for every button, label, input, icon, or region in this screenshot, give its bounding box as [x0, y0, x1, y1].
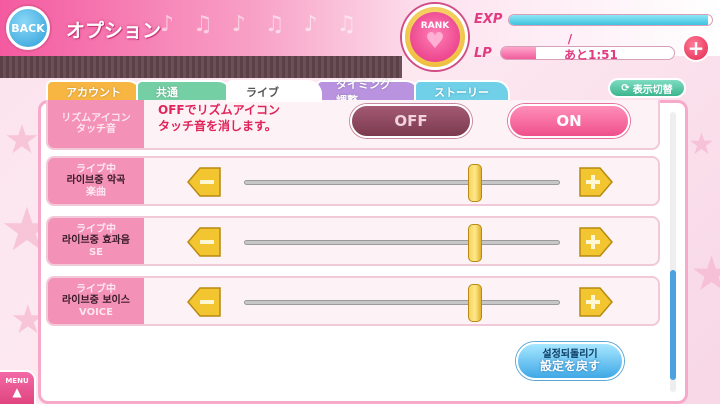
header-stripe — [0, 56, 402, 78]
plus-arrow-icon — [579, 167, 613, 197]
background-star: ★ — [690, 246, 720, 302]
rank-inner: RANK ♥ — [410, 12, 460, 62]
volume-decrease-button[interactable] — [186, 224, 222, 260]
row-label-ko: 라이브중 보이스 — [62, 295, 130, 307]
rank-badge[interactable]: RANK ♥ — [402, 4, 468, 70]
on-button[interactable]: ON — [508, 104, 630, 138]
plus-arrow-icon — [579, 287, 613, 317]
off-button[interactable]: OFF — [350, 104, 472, 138]
back-button[interactable]: BACK — [6, 6, 50, 50]
volume-slider-track[interactable] — [244, 240, 560, 245]
lp-timer: あと1:51 — [564, 48, 618, 62]
panel-scrollbar[interactable] — [670, 112, 676, 392]
volume-increase-button[interactable] — [578, 164, 614, 200]
volume-increase-button[interactable] — [578, 224, 614, 260]
music-notes-decoration: ♪ ♫ ♪ ♫ ♪ ♫ — [160, 12, 363, 37]
chevron-up-icon: ▲ — [12, 385, 22, 399]
tab-common[interactable]: 共通 — [136, 80, 232, 102]
plus-arrow-icon — [579, 227, 613, 257]
volume-slider-track[interactable] — [244, 180, 560, 185]
lp-value: / — [567, 32, 573, 46]
volume-increase-button[interactable] — [578, 284, 614, 320]
row-label: ライブ中 라이브중 효과음 SE — [48, 218, 144, 264]
switch-icon: ⟳ — [621, 82, 630, 94]
tab-account[interactable]: アカウント — [46, 80, 142, 102]
volume-slider-track[interactable] — [244, 300, 560, 305]
row-label-en: VOICE — [79, 306, 113, 318]
row-label-en: 楽曲 — [86, 186, 106, 198]
tab-live[interactable]: ライブ — [226, 80, 322, 102]
menu-label: MENU — [5, 377, 29, 385]
volume-slider-thumb[interactable] — [467, 224, 482, 262]
minus-arrow-icon — [187, 287, 221, 317]
exp-bar — [508, 14, 713, 26]
row-label-ko: 라이브중 효과음 — [62, 235, 130, 247]
minus-arrow-icon — [187, 227, 221, 257]
tab-story[interactable]: ストーリー — [414, 80, 510, 102]
volume-slider-thumb[interactable] — [467, 284, 482, 322]
minus-arrow-icon — [187, 167, 221, 197]
se-volume-row: ライブ中 라이브중 효과음 SE — [46, 216, 660, 266]
row-label-ja: ライブ中 — [76, 283, 116, 295]
add-lp-button[interactable]: + — [682, 34, 710, 62]
row-label-ja: ライブ中 — [76, 163, 116, 175]
row-label-ja: ライブ中 — [76, 223, 116, 235]
row-label: ライブ中 라이브중 보이스 VOICE — [48, 278, 144, 324]
volume-slider-thumb[interactable] — [467, 164, 482, 202]
background-star: ★ — [688, 127, 715, 162]
menu-button[interactable]: MENU ▲ — [0, 370, 36, 404]
display-switch-label: 表示切替 — [632, 84, 673, 96]
volume-decrease-button[interactable] — [186, 284, 222, 320]
page-title: オプション — [66, 20, 162, 42]
lp-label: LP — [474, 46, 492, 61]
row-label: ライブ中 라이브중 악곡 楽曲 — [48, 158, 144, 204]
scrollbar-thumb[interactable] — [670, 270, 676, 380]
exp-bar-fill — [509, 15, 708, 25]
exp-label: EXP — [474, 12, 503, 27]
row-label-line1: リズムアイコン — [61, 112, 131, 124]
row-label-en: SE — [88, 246, 104, 258]
volume-decrease-button[interactable] — [186, 164, 222, 200]
lp-bar-fill — [501, 47, 536, 59]
tab-timing[interactable]: タイミング調整 — [316, 78, 420, 107]
heart-icon: ♥ — [425, 29, 445, 54]
background-star: ★ — [4, 117, 40, 163]
rhythm-icon-sound-row: リズムアイコン タッチ音 OFFでリズムアイコン タッチ音を消します。 OFF … — [46, 100, 660, 150]
display-switch-button[interactable]: ⟳ 表示切替 — [608, 78, 686, 98]
row-label-line2: タッチ音 — [76, 124, 116, 135]
music-volume-row: ライブ中 라이브중 악곡 楽曲 — [46, 156, 660, 206]
voice-volume-row: ライブ中 라이브중 보이스 VOICE — [46, 276, 660, 326]
row-description: OFFでリズムアイコン タッチ音を消します。 — [158, 102, 280, 134]
row-label: リズムアイコン タッチ音 — [48, 100, 144, 148]
description-line2: タッチ音を消します。 — [158, 119, 277, 134]
description-line1: OFFでリズムアイコン — [158, 103, 280, 117]
reset-label-ja: 設定を戻す — [539, 358, 600, 373]
option-tabs: アカウント 共通 ライブ タイミング調整 ストーリー — [46, 78, 510, 107]
reset-settings-button[interactable]: 설정되돌리기 設定を戻す — [516, 342, 624, 380]
row-label-ko: 라이브중 악곡 — [66, 175, 126, 187]
